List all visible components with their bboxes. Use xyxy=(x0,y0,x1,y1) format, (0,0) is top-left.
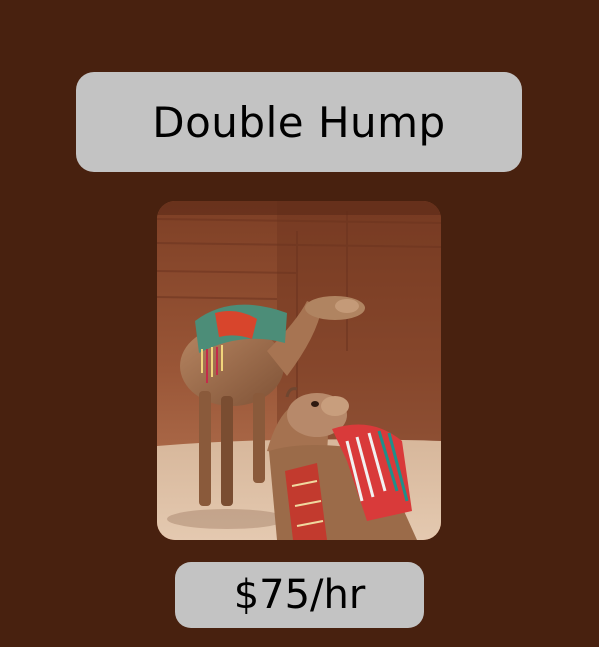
price-badge: $75/hr xyxy=(175,562,424,628)
price-label: $75/hr xyxy=(233,572,366,618)
title-card: Double Hump xyxy=(76,72,522,172)
camel-image xyxy=(157,201,441,540)
camel-photo xyxy=(157,201,441,540)
page-title: Double Hump xyxy=(152,97,446,147)
